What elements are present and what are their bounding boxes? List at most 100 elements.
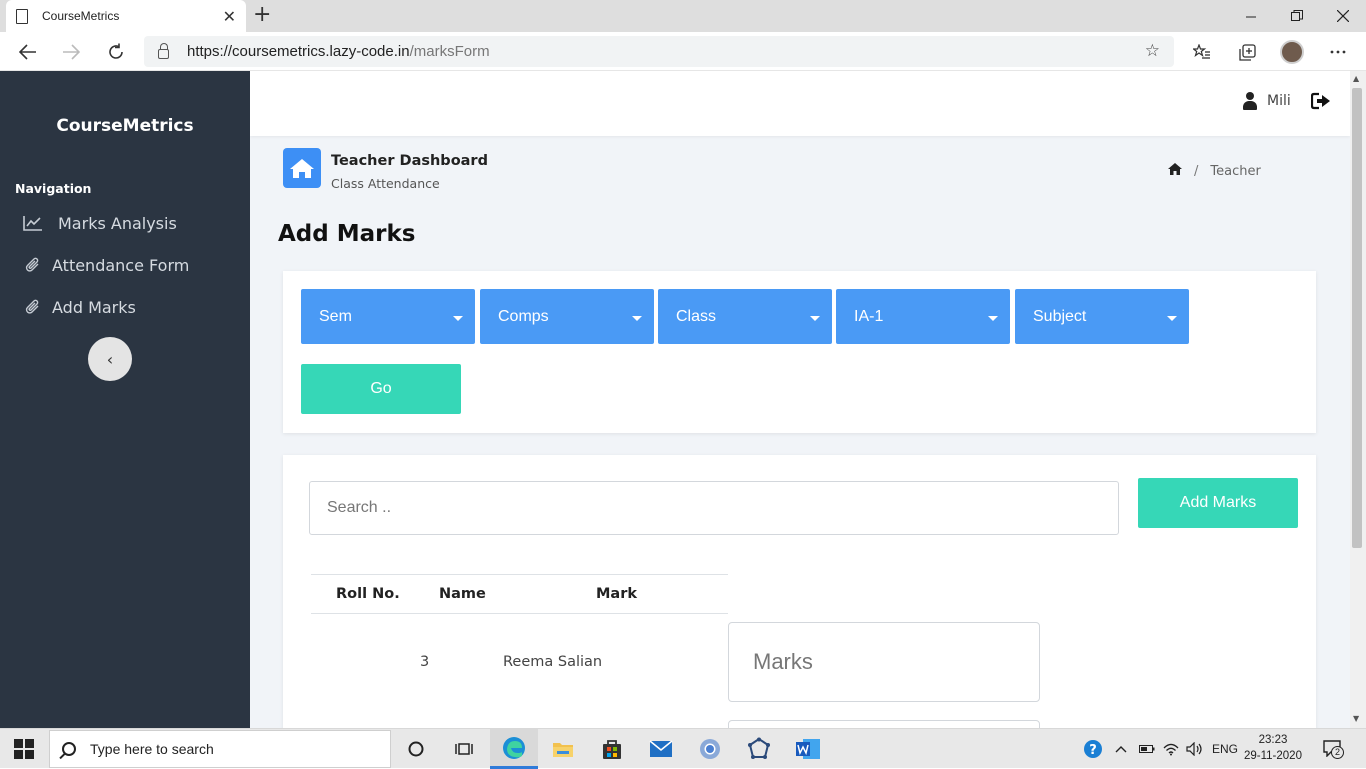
column-header-roll: Roll No.	[336, 586, 400, 602]
sidebar: CourseMetrics Navigation Marks Analysis …	[0, 71, 250, 728]
scroll-up-icon[interactable]: ▲	[1353, 74, 1359, 83]
marks-table-card: Add Marks Roll No. Name Mark 3 Reema Sal…	[283, 455, 1316, 728]
chrome-icon[interactable]	[686, 729, 734, 769]
sem-select[interactable]: Sem	[301, 289, 475, 344]
column-header-name: Name	[439, 586, 486, 602]
exam-select[interactable]: IA-1	[836, 289, 1010, 344]
sem-select-label: Sem	[319, 307, 352, 325]
notification-badge: 2	[1331, 746, 1344, 759]
page-title: Add Marks	[278, 221, 416, 247]
lock-icon	[158, 42, 169, 59]
column-header-mark: Mark	[596, 586, 638, 602]
sidebar-item-add-marks[interactable]: Add Marks	[22, 292, 136, 322]
cortana-icon[interactable]	[392, 729, 440, 769]
clock-date: 29-11-2020	[1244, 750, 1302, 762]
address-bar: https://coursemetrics.lazy-code.in/marks…	[0, 32, 1366, 71]
row-roll-number: 3	[420, 654, 430, 670]
more-menu-icon[interactable]	[1325, 39, 1351, 65]
caret-down-icon	[453, 316, 463, 321]
page-scrollbar[interactable]: ▲ ▼	[1350, 71, 1366, 728]
sidebar-item-label: Attendance Form	[52, 255, 190, 275]
page-icon	[16, 8, 28, 24]
exam-select-label: IA-1	[854, 307, 884, 325]
svg-text:?: ?	[1089, 743, 1097, 758]
caret-down-icon	[1167, 316, 1177, 321]
clock-time: 23:23	[1258, 734, 1288, 746]
language-indicator[interactable]: ENG	[1212, 729, 1238, 769]
main-content: Mili Teacher Dashboard Class Attendance …	[250, 71, 1350, 728]
close-tab-icon[interactable]: ✕	[223, 7, 236, 26]
favorite-star-icon[interactable]: ☆	[1145, 41, 1160, 61]
back-icon[interactable]	[14, 38, 42, 66]
notification-center[interactable]: 2	[1322, 729, 1344, 769]
taskbar-clock[interactable]: 23:23 29-11-2020	[1243, 732, 1303, 764]
marks-input-next-row[interactable]	[728, 720, 1040, 728]
url-field[interactable]: https://coursemetrics.lazy-code.in/marks…	[144, 36, 1174, 67]
department-select[interactable]: Comps	[480, 289, 654, 344]
add-marks-button[interactable]: Add Marks	[1138, 478, 1298, 528]
caret-down-icon	[810, 316, 820, 321]
scroll-down-icon[interactable]: ▼	[1353, 714, 1359, 723]
search-icon	[62, 742, 76, 756]
logout-icon[interactable]	[1310, 91, 1331, 115]
dashboard-title: Teacher Dashboard	[331, 153, 488, 169]
windows-start-icon[interactable]	[14, 739, 34, 759]
user-icon	[1242, 92, 1258, 110]
chevron-up-icon[interactable]	[1115, 729, 1127, 769]
forward-icon[interactable]	[57, 38, 85, 66]
home-dashboard-icon	[283, 148, 321, 188]
caret-down-icon	[632, 316, 642, 321]
table-header: Roll No. Name Mark	[311, 574, 728, 614]
volume-icon[interactable]	[1186, 729, 1204, 769]
department-select-label: Comps	[498, 307, 549, 325]
url-host: https://coursemetrics.lazy-code.in	[187, 43, 410, 60]
tab-title: CourseMetrics	[42, 9, 120, 23]
sidebar-item-marks-analysis[interactable]: Marks Analysis	[22, 208, 177, 238]
favorites-icon[interactable]	[1189, 39, 1215, 65]
scrollbar-thumb[interactable]	[1352, 88, 1362, 548]
home-icon[interactable]	[1168, 163, 1182, 179]
browser-tab-bar: CourseMetrics ✕ +	[0, 0, 1366, 32]
taskbar-search-placeholder: Type here to search	[90, 741, 214, 757]
nav-heading: Navigation	[15, 181, 92, 196]
top-navbar: Mili	[250, 71, 1350, 136]
minimize-icon[interactable]	[1228, 0, 1274, 32]
wifi-icon[interactable]	[1163, 729, 1179, 769]
task-view-icon[interactable]	[440, 729, 488, 769]
sidebar-item-attendance-form[interactable]: Attendance Form	[22, 250, 189, 280]
go-button[interactable]: Go	[301, 364, 461, 414]
refresh-icon[interactable]	[102, 38, 130, 66]
edge-browser-icon[interactable]	[490, 729, 538, 769]
window-close-icon[interactable]	[1320, 0, 1366, 32]
word-icon[interactable]	[784, 729, 832, 769]
subject-select-label: Subject	[1033, 307, 1087, 325]
collections-icon[interactable]	[1234, 39, 1260, 65]
class-select-label: Class	[676, 307, 717, 325]
subject-select[interactable]: Subject	[1015, 289, 1189, 344]
file-explorer-icon[interactable]	[539, 729, 587, 769]
class-select[interactable]: Class	[658, 289, 832, 344]
sidebar-item-label: Marks Analysis	[58, 213, 177, 233]
search-input[interactable]	[309, 481, 1119, 535]
caret-down-icon	[988, 316, 998, 321]
breadcrumb-separator: /	[1194, 163, 1199, 179]
windows-taskbar: Type here to search ? ENG 23:23 29-11-20…	[0, 728, 1366, 769]
user-menu[interactable]: Mili	[1242, 92, 1291, 110]
battery-icon[interactable]	[1139, 729, 1155, 769]
notification-icon: 2	[1322, 739, 1344, 759]
microsoft-store-icon[interactable]	[588, 729, 636, 769]
taskbar-search[interactable]: Type here to search	[49, 730, 391, 768]
restore-icon[interactable]	[1274, 0, 1320, 32]
sidebar-collapse-button[interactable]: ‹	[88, 337, 132, 381]
settings-app-icon[interactable]	[735, 729, 783, 769]
brand-title: CourseMetrics	[56, 116, 194, 136]
new-tab-button[interactable]: +	[253, 3, 271, 27]
browser-tab[interactable]: CourseMetrics ✕	[6, 0, 246, 32]
help-icon[interactable]: ?	[1083, 729, 1103, 769]
filter-card: Sem Comps Class IA-1 Subject Go	[283, 271, 1316, 433]
chart-line-icon	[22, 215, 44, 231]
row-student-name: Reema Salian	[503, 654, 603, 670]
mail-icon[interactable]	[637, 729, 685, 769]
marks-input[interactable]	[728, 622, 1040, 702]
profile-avatar[interactable]	[1280, 40, 1304, 64]
